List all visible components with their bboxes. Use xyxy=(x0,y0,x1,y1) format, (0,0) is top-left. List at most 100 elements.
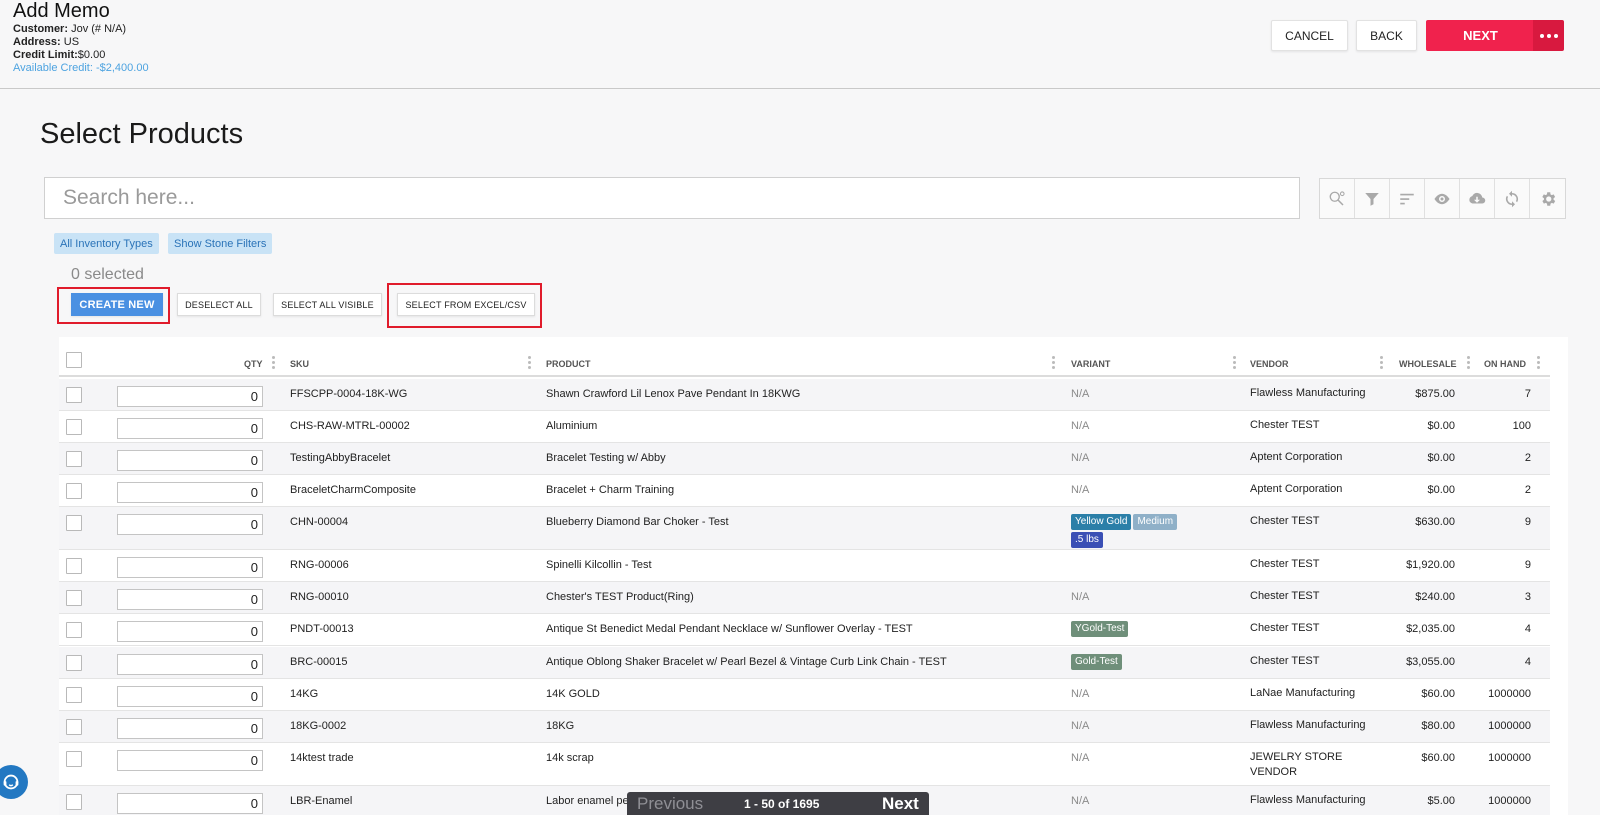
sku-cell: FFSCPP-0004-18K-WG xyxy=(290,388,408,400)
next-page-button[interactable]: Next xyxy=(882,794,919,814)
table-row[interactable]: PNDT-00013 Antique St Benedict Medal Pend… xyxy=(59,614,1550,646)
qty-input[interactable] xyxy=(117,686,263,707)
column-resize-handle[interactable] xyxy=(1537,356,1540,370)
on-hand-cell: 2 xyxy=(1524,452,1531,464)
all-inventory-types-filter[interactable]: All Inventory Types xyxy=(54,233,159,254)
on-hand-cell: 9 xyxy=(1524,516,1531,528)
qty-input[interactable] xyxy=(117,386,263,407)
qty-input[interactable] xyxy=(117,589,263,610)
pagination-info: 1 - 50 of 1695 xyxy=(744,797,820,811)
select-all-checkbox[interactable] xyxy=(66,352,82,368)
column-resize-handle[interactable] xyxy=(1052,356,1055,370)
product-cell: Shawn Crawford Lil Lenox Pave Pendant In… xyxy=(546,388,801,400)
wholesale-cell: $875.00 xyxy=(1415,388,1455,400)
row-checkbox[interactable] xyxy=(66,419,82,435)
variant-chip: Medium xyxy=(1133,514,1178,530)
table-row[interactable]: 14ktest trade 14k scrap N/A JEWELRY STORE V… xyxy=(59,743,1550,786)
qty-input[interactable] xyxy=(117,750,263,771)
table-row[interactable]: TestingAbbyBracelet Bracelet Testing w/ A… xyxy=(59,443,1550,475)
row-checkbox[interactable] xyxy=(66,387,82,403)
row-checkbox[interactable] xyxy=(66,451,82,467)
column-header-sku[interactable]: SKU xyxy=(290,359,309,369)
on-hand-cell: 100 xyxy=(1512,420,1531,432)
variant-chip: Gold-Test xyxy=(1071,654,1122,670)
row-checkbox[interactable] xyxy=(66,590,82,606)
qty-input[interactable] xyxy=(117,514,263,535)
row-checkbox[interactable] xyxy=(66,515,82,531)
table-row[interactable]: CHS-RAW-MTRL-00002 Aluminium N/A Chester TE… xyxy=(59,411,1550,443)
row-checkbox[interactable] xyxy=(66,622,82,638)
qty-input[interactable] xyxy=(117,482,263,503)
search-settings-icon[interactable] xyxy=(1320,179,1355,218)
sku-cell: BraceletCharmComposite xyxy=(290,484,416,496)
column-header-qty[interactable]: QTY xyxy=(244,359,263,369)
headset-icon xyxy=(3,774,19,790)
column-header-vendor[interactable]: VENDOR xyxy=(1250,359,1289,369)
qty-input[interactable] xyxy=(117,718,263,739)
row-checkbox[interactable] xyxy=(66,719,82,735)
page-title: Select Products xyxy=(40,118,244,150)
column-resize-handle[interactable] xyxy=(1467,356,1470,370)
row-checkbox[interactable] xyxy=(66,558,82,574)
product-cell: 14k scrap xyxy=(546,752,594,764)
table-row[interactable]: CHN-00004 Blueberry Diamond Bar Choker - … xyxy=(59,507,1550,550)
column-header-wholesale[interactable]: WHOLESALE xyxy=(1399,359,1457,369)
cancel-button[interactable]: CANCEL xyxy=(1271,20,1348,51)
column-resize-handle[interactable] xyxy=(1380,356,1383,370)
table-row[interactable]: RNG-00010 Chester's TEST Product(Ring) N/A… xyxy=(59,582,1550,614)
variant-chips: Yellow Gold Medium .5 lbs xyxy=(1071,514,1211,550)
qty-input[interactable] xyxy=(117,793,263,814)
column-resize-handle[interactable] xyxy=(528,356,531,370)
search-input[interactable] xyxy=(44,177,1300,219)
column-header-on-hand[interactable]: ON HAND xyxy=(1484,359,1526,369)
sku-cell: TestingAbbyBracelet xyxy=(290,452,391,464)
column-header-product[interactable]: PRODUCT xyxy=(546,359,591,369)
next-button[interactable]: NEXT xyxy=(1426,20,1535,51)
row-checkbox[interactable] xyxy=(66,655,82,671)
show-stone-filters-button[interactable]: Show Stone Filters xyxy=(168,233,273,254)
table-row[interactable]: BraceletCharmComposite Bracelet + Charm T… xyxy=(59,475,1550,507)
product-cell: Blueberry Diamond Bar Choker - Test xyxy=(546,516,729,528)
qty-input[interactable] xyxy=(117,450,263,471)
refresh-icon[interactable] xyxy=(1495,179,1530,218)
select-all-visible-button[interactable]: SELECT ALL VISIBLE xyxy=(273,293,382,316)
qty-input[interactable] xyxy=(117,621,263,642)
wholesale-cell: $240.00 xyxy=(1415,591,1455,603)
vendor-cell: Flawless Manufacturing xyxy=(1250,719,1366,731)
qty-input[interactable] xyxy=(117,557,263,578)
eye-icon[interactable] xyxy=(1425,179,1460,218)
table-header: QTY SKU PRODUCT VARIANT VENDOR WHOLESALE… xyxy=(59,347,1550,377)
on-hand-cell: 1000000 xyxy=(1488,752,1531,764)
table-row[interactable]: RNG-00006 Spinelli Kilcollin - Test Cheste… xyxy=(59,550,1550,582)
column-resize-handle[interactable] xyxy=(272,356,275,370)
column-header-variant[interactable]: VARIANT xyxy=(1071,359,1110,369)
vendor-cell: Flawless Manufacturing xyxy=(1250,794,1366,806)
table-row[interactable]: 18KG-0002 18KG N/A Flawless Manufacturing $8… xyxy=(59,711,1550,743)
table-row[interactable]: 14KG 14K GOLD N/A LaNae Manufacturing $60.00… xyxy=(59,679,1550,711)
back-button[interactable]: BACK xyxy=(1356,20,1417,51)
variant-cell: N/A xyxy=(1071,688,1090,700)
row-checkbox[interactable] xyxy=(66,687,82,703)
row-checkbox[interactable] xyxy=(66,794,82,810)
qty-input[interactable] xyxy=(117,654,263,675)
deselect-all-button[interactable]: DESELECT ALL xyxy=(177,293,261,316)
variant-cell: N/A xyxy=(1071,388,1090,400)
vendor-cell: Chester TEST xyxy=(1250,515,1320,527)
row-checkbox[interactable] xyxy=(66,483,82,499)
variant-cell: N/A xyxy=(1071,591,1090,603)
row-checkbox[interactable] xyxy=(66,751,82,767)
vendor-cell: Aptent Corporation xyxy=(1250,451,1343,463)
filter-icon[interactable] xyxy=(1355,179,1390,218)
previous-page-button[interactable]: Previous xyxy=(637,794,703,814)
more-options-button[interactable] xyxy=(1533,20,1564,51)
help-chat-button[interactable] xyxy=(0,765,28,799)
address-value: US xyxy=(63,36,80,48)
column-resize-handle[interactable] xyxy=(1233,356,1236,370)
cloud-download-icon[interactable] xyxy=(1460,179,1495,218)
table-row[interactable]: BRC-00015 Antique Oblong Shaker Bracelet … xyxy=(59,647,1550,679)
gear-icon[interactable] xyxy=(1530,179,1565,218)
table-row[interactable]: FFSCPP-0004-18K-WG Shawn Crawford Lil Len… xyxy=(59,379,1550,411)
sort-icon[interactable] xyxy=(1390,179,1425,218)
address-label: Address: xyxy=(13,36,61,48)
qty-input[interactable] xyxy=(117,418,263,439)
